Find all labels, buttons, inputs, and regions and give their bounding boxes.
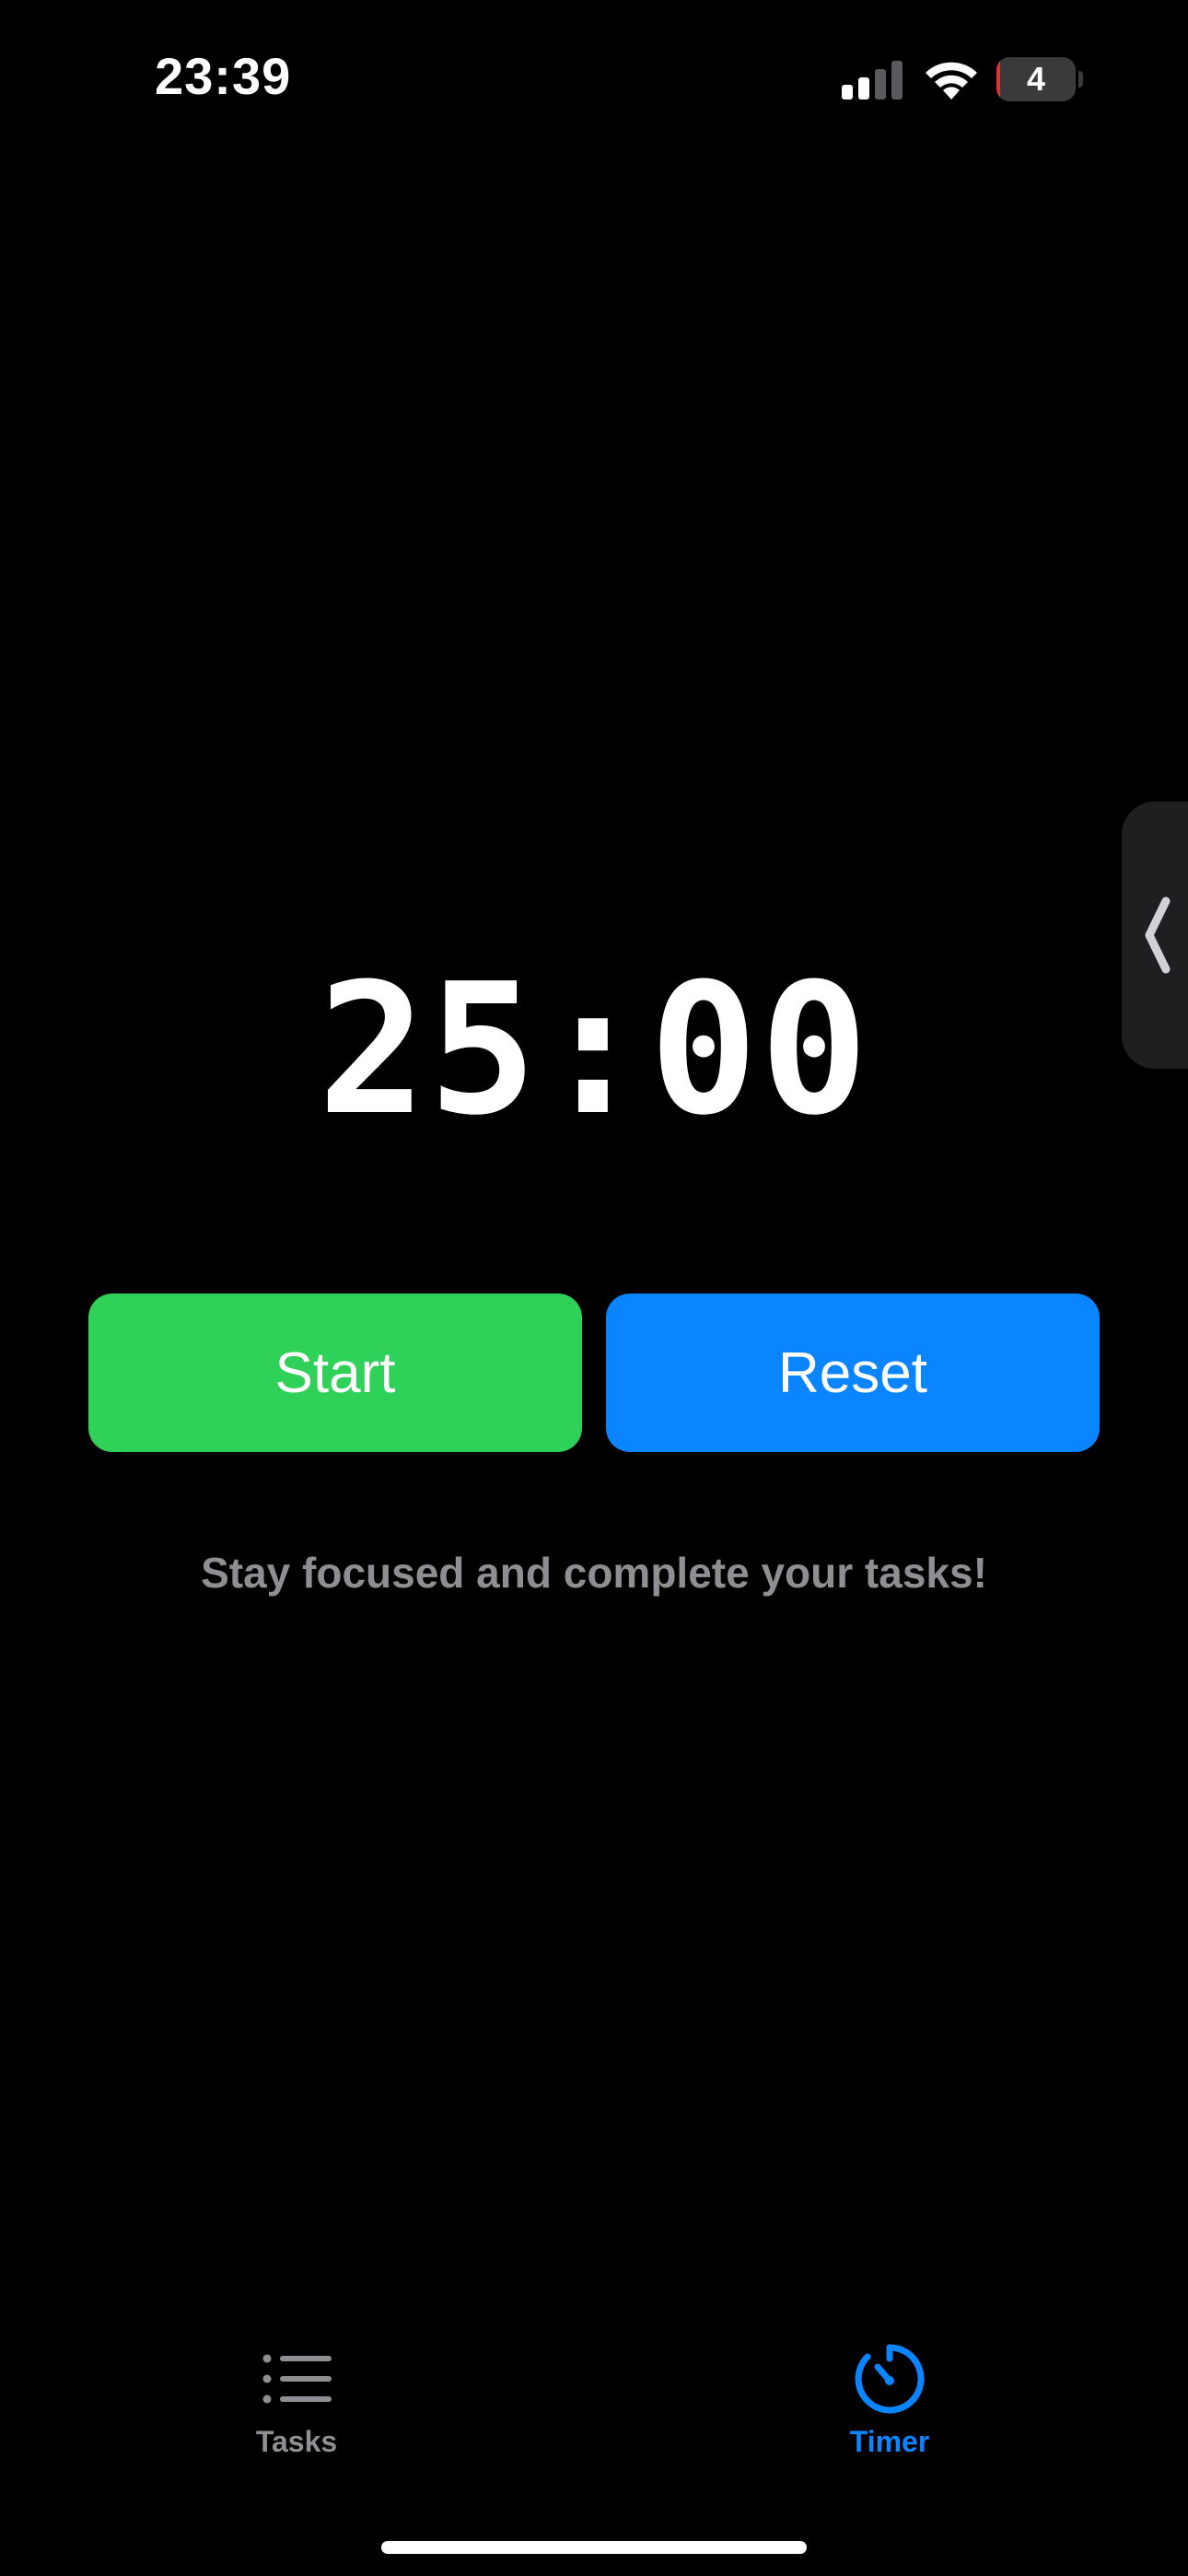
motivation-text: Stay focused and complete your tasks!: [201, 1549, 987, 1597]
battery-indicator: 4: [996, 57, 1083, 101]
battery-percentage: 4: [1026, 60, 1046, 98]
tab-bar: Tasks Timer: [0, 2340, 1188, 2488]
wifi-icon: [926, 62, 977, 100]
tab-tasks[interactable]: Tasks: [186, 2340, 407, 2488]
battery-tip: [1078, 71, 1083, 88]
timer-icon: [855, 2344, 925, 2414]
tab-tasks-label: Tasks: [255, 2425, 338, 2458]
status-time: 23:39: [155, 47, 292, 105]
reset-button[interactable]: Reset: [606, 1294, 1100, 1452]
start-button[interactable]: Start: [88, 1294, 582, 1452]
home-indicator[interactable]: [381, 2541, 807, 2554]
battery-body: 4: [996, 57, 1076, 101]
status-bar: 23:39 4: [0, 0, 1188, 157]
tab-timer[interactable]: Timer: [779, 2340, 1000, 2488]
timer-display: 25:00: [317, 945, 870, 1155]
cellular-signal-icon: [842, 61, 903, 100]
list-icon: [262, 2354, 332, 2404]
tab-timer-label: Timer: [849, 2425, 930, 2458]
